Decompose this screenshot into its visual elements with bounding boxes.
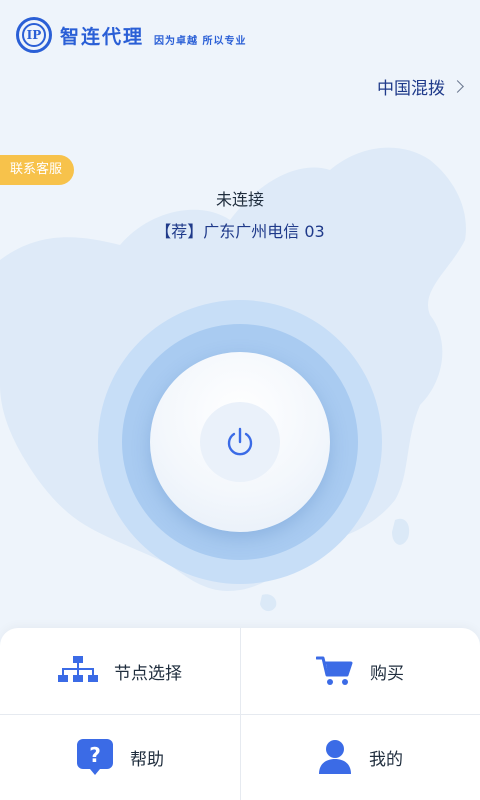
user-icon <box>319 740 351 774</box>
power-icon <box>227 427 253 456</box>
svg-text:?: ? <box>89 743 101 767</box>
selected-node[interactable]: 【荐】广东广州电信 03 <box>0 218 480 242</box>
network-tree-icon <box>58 656 98 682</box>
help-label: 帮助 <box>130 749 164 770</box>
buy-button[interactable]: 购买 <box>240 628 480 714</box>
bottom-menu-panel: 节点选择 购买 ? 帮助 我的 <box>0 628 480 800</box>
help-button[interactable]: ? 帮助 <box>0 714 240 800</box>
node-select-button[interactable]: 节点选择 <box>0 628 240 714</box>
contact-support-button[interactable]: 联系客服 <box>0 155 75 185</box>
brand-logo-icon: IP <box>16 17 52 53</box>
power-button[interactable] <box>150 352 330 532</box>
power-button-inner <box>200 402 280 482</box>
mine-label: 我的 <box>369 749 403 770</box>
app-header: IP 智连代理 因为卓越 所以专业 <box>16 14 247 56</box>
region-selector[interactable]: 中国混拨 <box>377 74 464 99</box>
chevron-right-icon <box>451 80 464 93</box>
brand-slogan: 因为卓越 所以专业 <box>154 35 247 47</box>
shopping-cart-icon <box>316 656 353 685</box>
buy-label: 购买 <box>370 663 404 684</box>
node-select-label: 节点选择 <box>114 663 182 684</box>
logo-text: IP <box>26 28 42 42</box>
connection-status: 未连接 <box>215 190 264 209</box>
brand-name: 智连代理 <box>60 25 145 48</box>
region-label: 中国混拨 <box>377 79 445 99</box>
help-icon: ? <box>77 739 113 775</box>
mine-button[interactable]: 我的 <box>240 714 480 800</box>
